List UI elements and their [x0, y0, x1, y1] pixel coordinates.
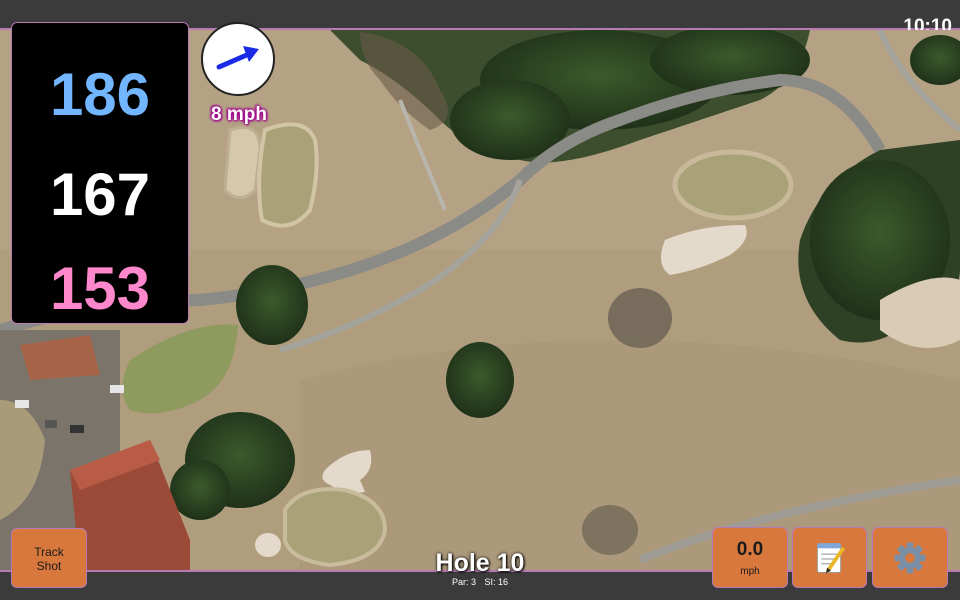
hole-info: Par: 3 SI: 16: [400, 577, 560, 587]
settings-button[interactable]: [872, 527, 948, 588]
notes-button[interactable]: [792, 527, 867, 588]
wind-speed: 8 mph: [211, 104, 267, 125]
front-distance: 153: [49, 255, 151, 322]
track-shot-label: Track Shot: [34, 545, 64, 573]
speed-value: 0.0: [736, 539, 764, 560]
hole-title: Hole 10: [435, 549, 525, 577]
distance-panel: 186 167 153: [11, 22, 189, 324]
arrow-right-up-icon: [216, 46, 259, 70]
center-distance: 167: [49, 161, 151, 228]
track-shot-button[interactable]: Track Shot: [11, 528, 87, 588]
speed-unit: mph: [740, 566, 760, 577]
wind-indicator: [201, 22, 275, 96]
si-label: SI: 16: [484, 577, 509, 587]
speed-button[interactable]: 0.0 mph: [712, 527, 788, 588]
back-distance: 186: [49, 61, 151, 128]
gear-icon: [894, 542, 926, 574]
notepad-icon: [816, 542, 845, 574]
par-label: Par: 3: [451, 577, 476, 587]
